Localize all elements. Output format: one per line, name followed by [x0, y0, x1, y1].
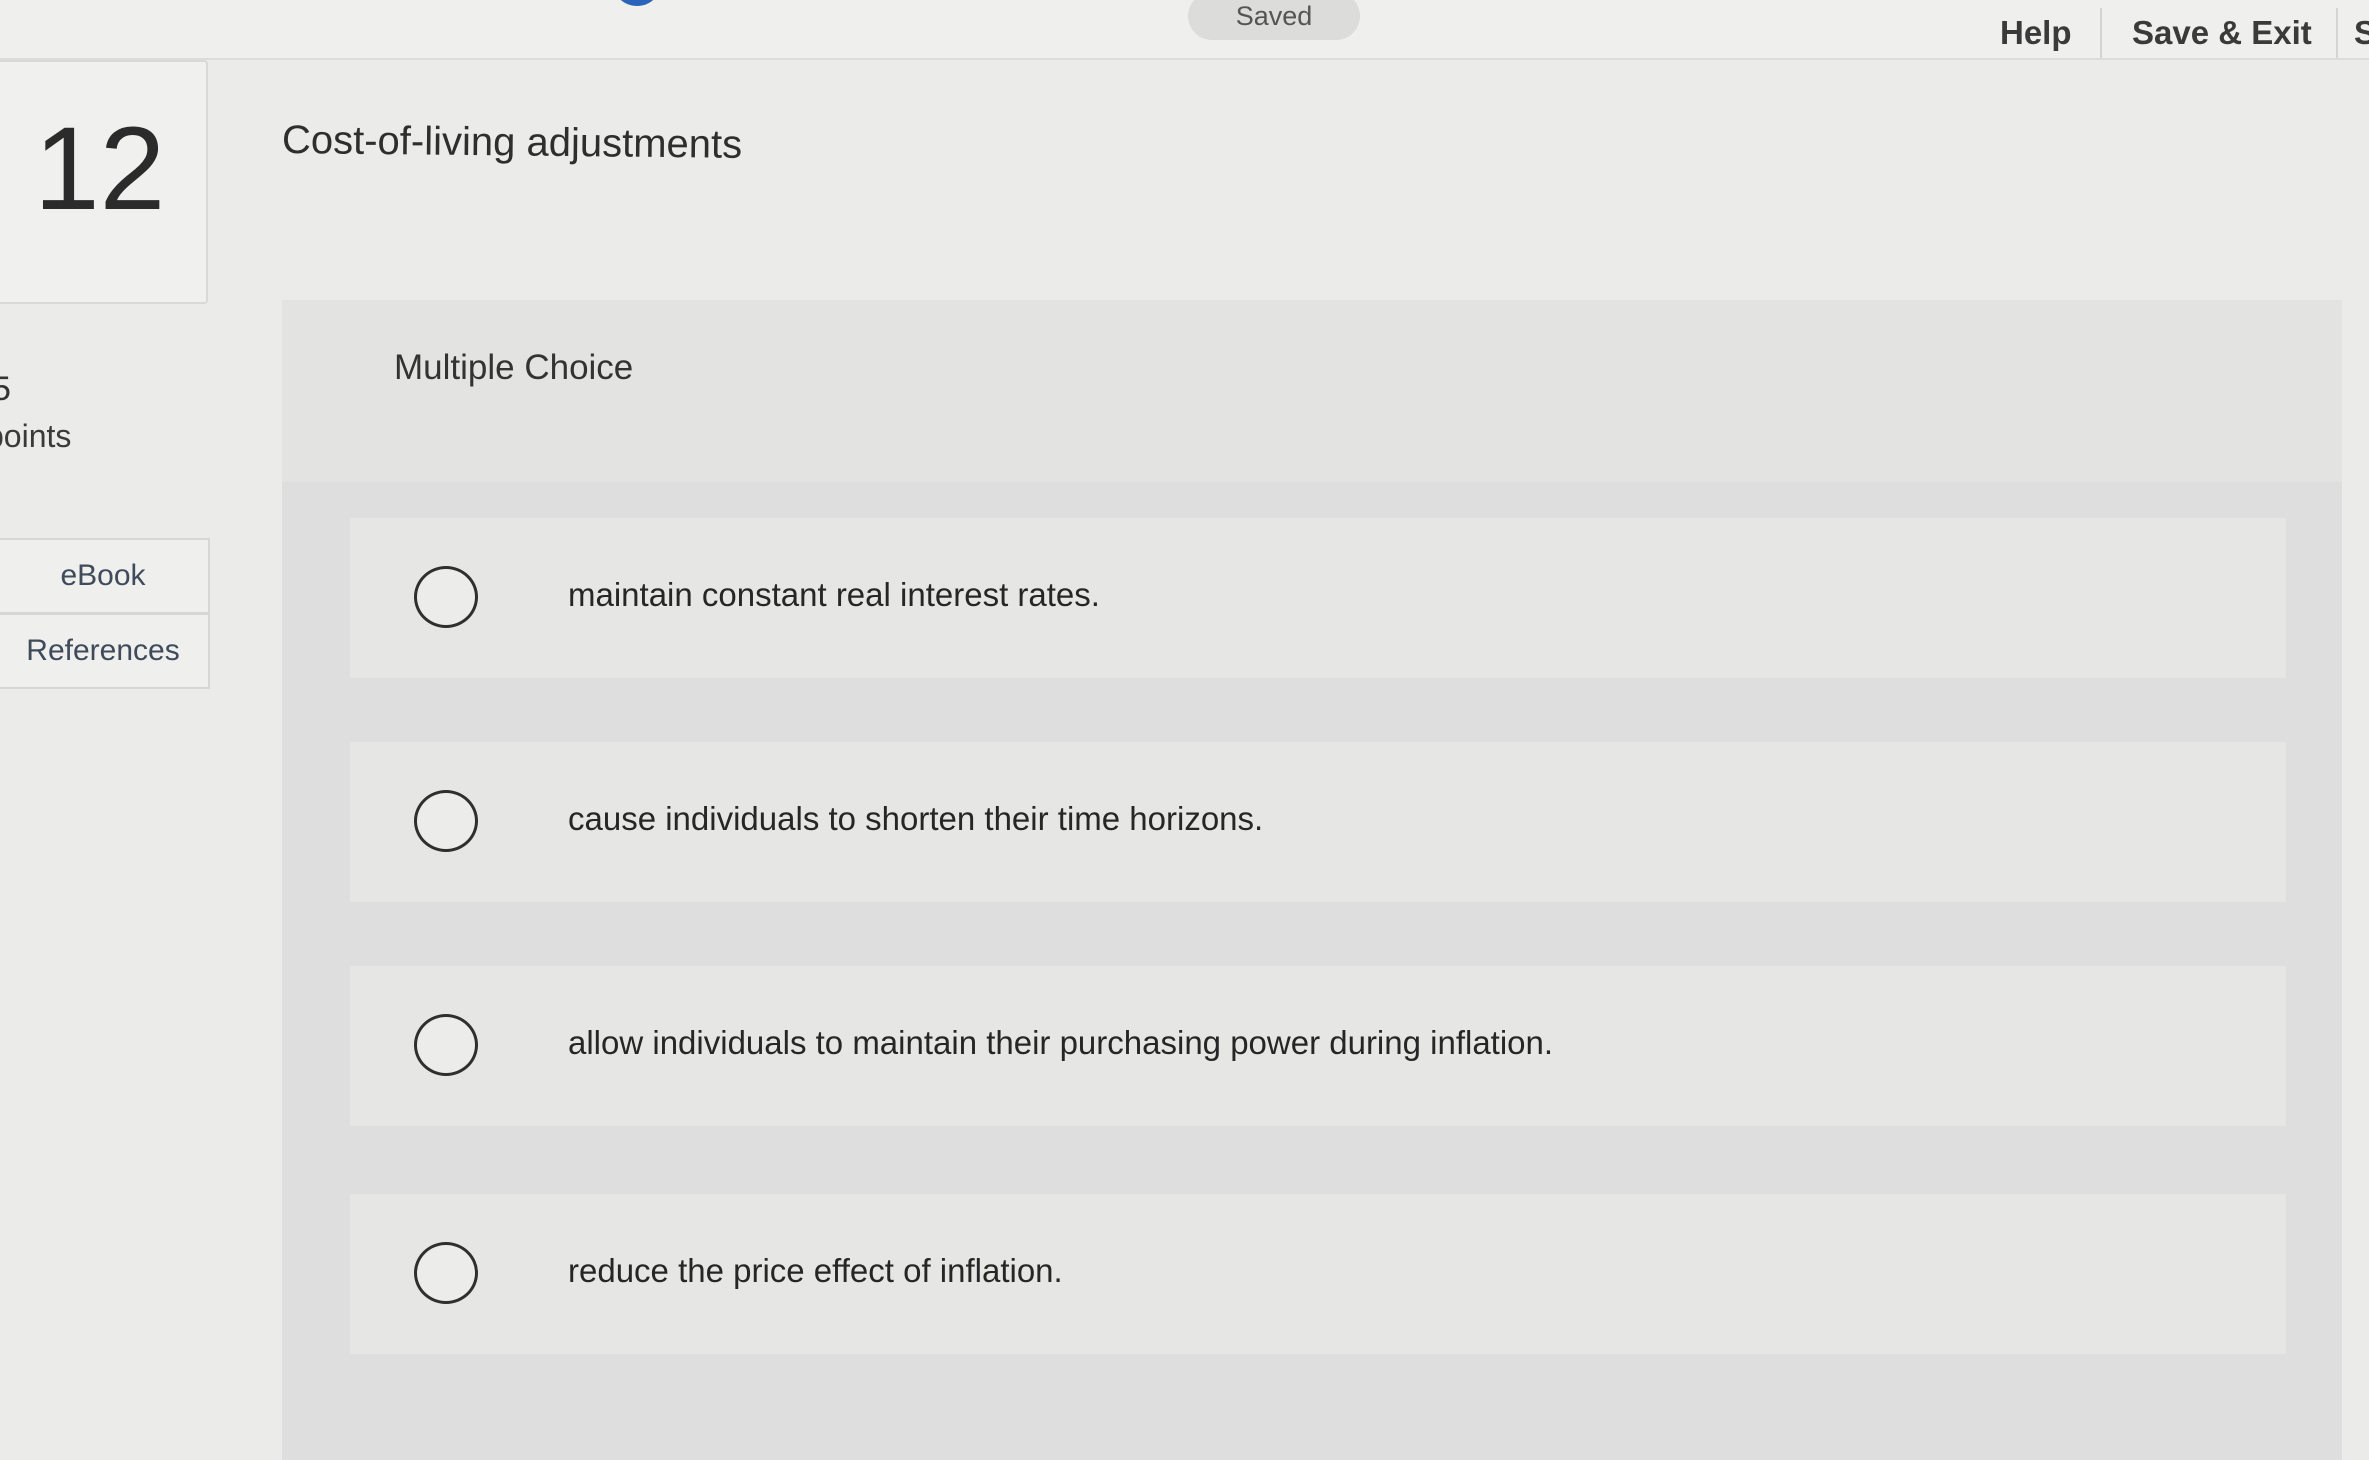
radio-button[interactable]: [414, 566, 478, 628]
radio-button[interactable]: [414, 1242, 478, 1304]
references-button[interactable]: References: [0, 613, 210, 689]
radio-button[interactable]: [414, 790, 478, 852]
answer-option-text: maintain constant real interest rates.: [568, 576, 1100, 613]
question-title: Cost-of-living adjustments: [281, 118, 743, 167]
save-exit-link[interactable]: Save & Exit: [2132, 14, 2312, 52]
help-link[interactable]: Help: [2000, 14, 2072, 52]
points-value: 5: [0, 370, 11, 408]
progress-indicator-icon: [612, 0, 662, 6]
points-label: points: [0, 418, 72, 454]
top-bar: Saved Help Save & Exit S: [0, 0, 2369, 60]
saved-status-badge: Saved: [1188, 0, 1360, 40]
answer-option[interactable]: cause individuals to shorten their time …: [350, 742, 2286, 902]
divider: [2100, 8, 2102, 58]
answer-option-text: cause individuals to shorten their time …: [568, 800, 1264, 837]
answer-option[interactable]: reduce the price effect of inflation.: [350, 1194, 2286, 1354]
divider: [2336, 8, 2338, 58]
submit-link[interactable]: S: [2354, 14, 2369, 52]
question-number: 12: [34, 103, 166, 235]
answer-option[interactable]: allow individuals to maintain their purc…: [350, 966, 2286, 1126]
question-type-header: Multiple Choice: [282, 300, 2342, 482]
radio-button[interactable]: [414, 1014, 478, 1076]
question-type-label: Multiple Choice: [394, 348, 634, 387]
answer-option-text: allow individuals to maintain their purc…: [568, 1024, 1554, 1061]
ebook-button[interactable]: eBook: [0, 538, 210, 614]
answer-option-text: reduce the price effect of inflation.: [568, 1252, 1063, 1289]
answer-option[interactable]: maintain constant real interest rates.: [350, 518, 2286, 678]
